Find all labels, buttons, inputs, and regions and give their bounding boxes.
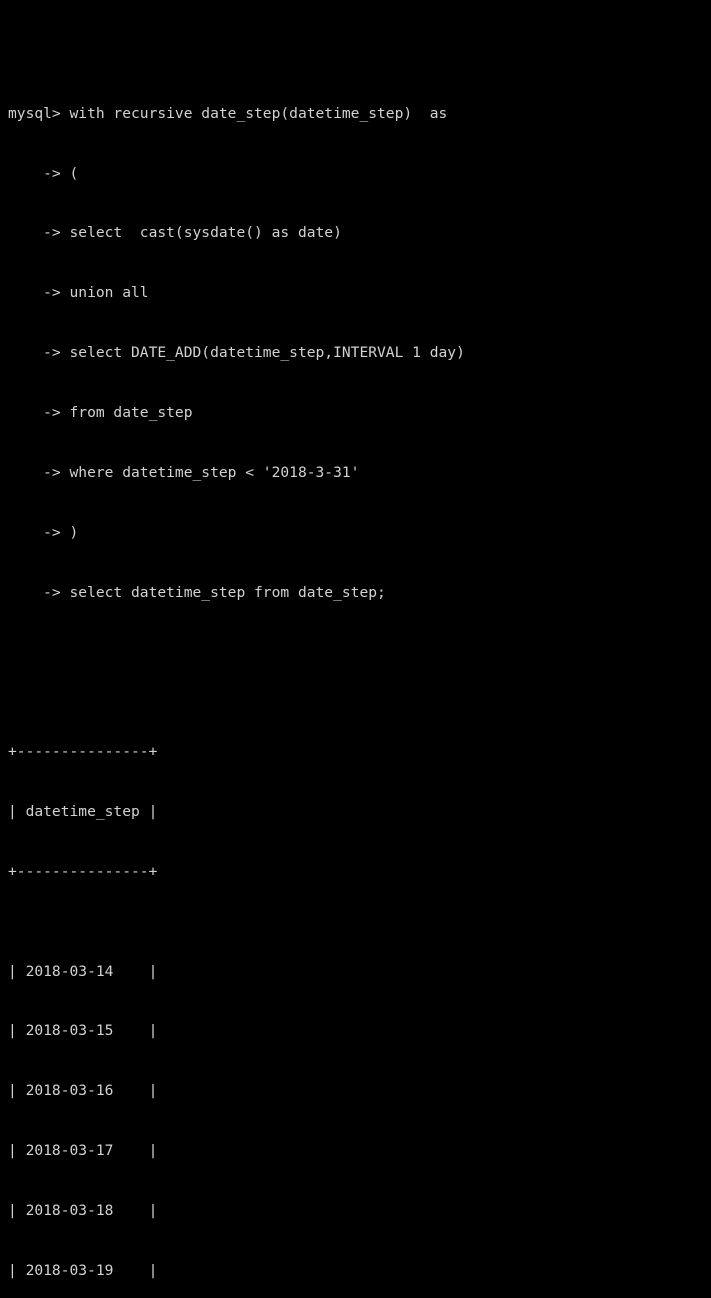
query-line-final-select: -> select datetime_step from date_step; (8, 583, 386, 601)
table-row: | 2018-03-16 | (8, 1082, 158, 1100)
table-row: | 2018-03-19 | (8, 1261, 158, 1279)
query-line-select-cast: -> select cast(sysdate() as date) (8, 224, 342, 242)
terminal-window[interactable]: mysql> with recursive date_step(datetime… (0, 0, 711, 1279)
table-row: | 2018-03-18 | (8, 1201, 158, 1219)
query-block: mysql> with recursive date_step(datetime… (8, 64, 711, 643)
query-line-close-paren: -> ) (8, 523, 79, 541)
query-line-from: -> from date_step (8, 403, 193, 421)
query-line-date-add: -> select DATE_ADD(datetime_step,INTERVA… (8, 344, 465, 362)
table-header-separator: +---------------+ (8, 862, 158, 880)
query-line-where: -> where datetime_step < '2018-3-31' (8, 463, 360, 481)
table-row: | 2018-03-14 | (8, 962, 158, 980)
table-row: | 2018-03-15 | (8, 1022, 158, 1040)
table-top-border: +---------------+ (8, 743, 158, 761)
query-line-prompt: mysql> with recursive date_step(datetime… (8, 104, 448, 122)
result-table: +---------------+ | datetime_step | +---… (8, 702, 711, 1298)
query-line-open-paren: -> ( (8, 164, 79, 182)
table-row: | 2018-03-17 | (8, 1142, 158, 1160)
table-header-row: | datetime_step | (8, 802, 158, 820)
table-body: | 2018-03-14 | | 2018-03-15 | | 2018-03-… (8, 922, 711, 1298)
query-line-union-all: -> union all (8, 284, 149, 302)
